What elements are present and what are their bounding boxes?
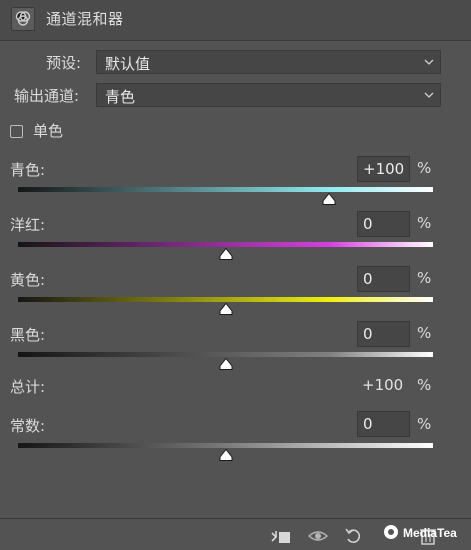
clip-to-layer-icon[interactable] [270, 526, 292, 546]
monochrome-checkbox[interactable] [10, 125, 23, 138]
total-unit: % [417, 376, 432, 394]
chevron-down-icon [424, 92, 434, 98]
channel-mixer-icon [11, 7, 35, 31]
black-label: 黑色: [10, 326, 46, 344]
output-channel-label: 输出通道: [14, 87, 80, 105]
magenta-unit: % [417, 214, 432, 232]
preset-value: 默认值 [105, 55, 151, 73]
monochrome-label: 单色 [33, 122, 64, 140]
output-channel-value: 青色 [105, 88, 136, 106]
channel-mixer-panel: 通道混和器 预设: 默认值 输出通道: 青色 单色 青色: +100 % 洋红:… [0, 0, 471, 550]
constant-unit: % [417, 415, 432, 433]
chevron-down-icon [424, 59, 434, 65]
watermark-logo [384, 525, 398, 539]
toolbar-divider [0, 518, 471, 519]
output-channel-select[interactable]: 青色 [96, 83, 441, 107]
yellow-slider-thumb[interactable] [219, 303, 233, 315]
cyan-slider-track[interactable] [18, 187, 433, 192]
cyan-unit: % [417, 159, 432, 177]
yellow-value-input[interactable]: 0 [357, 266, 410, 292]
preset-select[interactable]: 默认值 [96, 50, 441, 74]
reset-icon[interactable] [343, 526, 365, 546]
total-value: +100 [362, 376, 404, 394]
total-label: 总计: [10, 378, 46, 396]
preset-label: 预设: [46, 54, 82, 72]
constant-label: 常数: [10, 417, 46, 435]
panel-title: 通道混和器 [46, 10, 124, 28]
magenta-label: 洋红: [10, 216, 46, 234]
black-slider-track[interactable] [18, 352, 433, 357]
magenta-slider-thumb[interactable] [219, 248, 233, 260]
constant-slider-track[interactable] [18, 443, 433, 448]
cyan-label: 青色: [10, 161, 46, 179]
constant-value-input[interactable]: 0 [357, 411, 410, 437]
constant-slider-thumb[interactable] [219, 449, 233, 461]
panel-header: 通道混和器 [0, 0, 471, 41]
black-value-input[interactable]: 0 [357, 321, 410, 347]
black-slider-thumb[interactable] [219, 358, 233, 370]
cyan-value-input[interactable]: +100 [357, 156, 410, 182]
visibility-icon[interactable] [307, 526, 329, 546]
magenta-slider-track[interactable] [18, 242, 433, 247]
watermark-text: MediaTea [403, 526, 457, 540]
magenta-value-input[interactable]: 0 [357, 211, 410, 237]
yellow-label: 黄色: [10, 271, 46, 289]
yellow-unit: % [417, 269, 432, 287]
yellow-slider-track[interactable] [18, 297, 433, 302]
black-unit: % [417, 324, 432, 342]
cyan-slider-thumb[interactable] [322, 193, 336, 205]
